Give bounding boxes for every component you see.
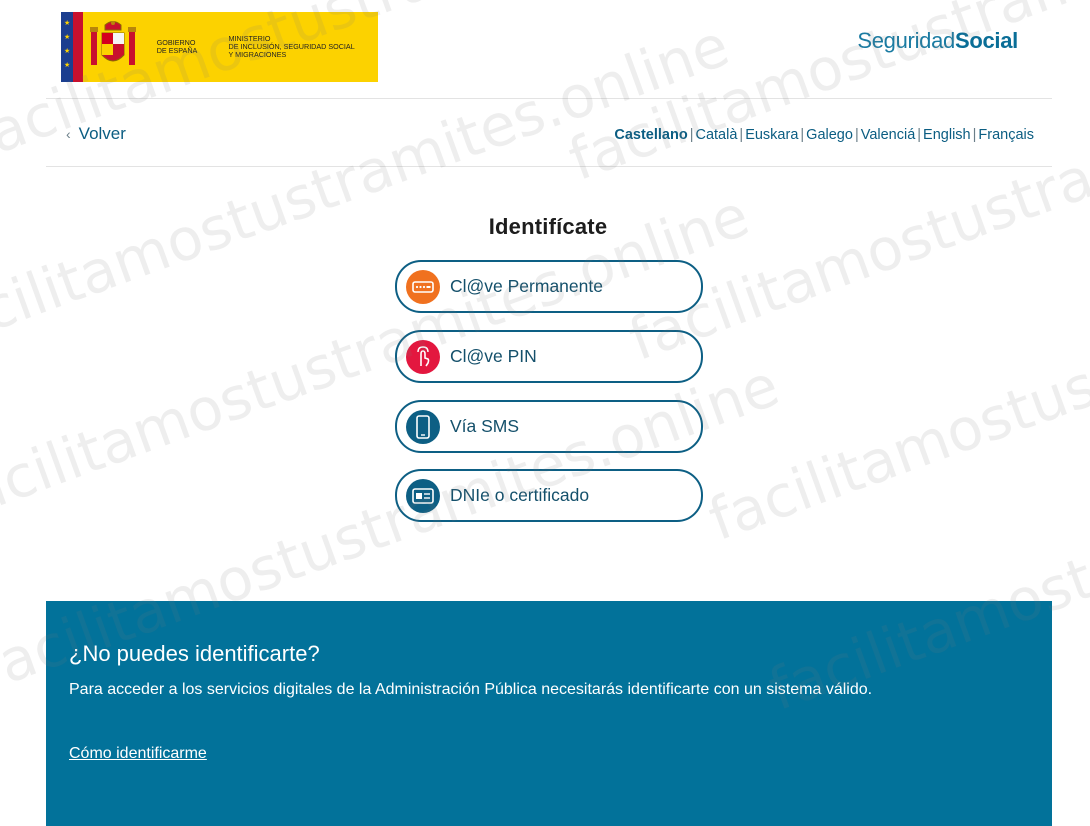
help-heading: ¿No puedes identificarte? bbox=[69, 641, 320, 666]
government-logo[interactable]: ★ ★ ★ ★ Gobierno de España Ministerio de I… bbox=[61, 12, 378, 82]
option-label: Cl@ve Permanente bbox=[450, 276, 603, 296]
lang-separator: | bbox=[917, 127, 922, 143]
lang-catala[interactable]: Català bbox=[695, 127, 737, 143]
clave-permanente-button[interactable]: Cl@ve Permanente bbox=[395, 260, 703, 313]
nav-divider bbox=[46, 166, 1052, 167]
phone-icon bbox=[406, 409, 440, 444]
seguridad-social-logo[interactable]: SeguridadSocial bbox=[857, 28, 1018, 54]
page-title: Identifícate bbox=[488, 214, 608, 239]
site-header: ★ ★ ★ ★ Gobierno de España Ministerio de I… bbox=[0, 0, 1090, 99]
lang-galego[interactable]: Galego bbox=[806, 127, 853, 143]
language-selector: Castellano | Català | Euskara | Galego |… bbox=[614, 127, 1034, 143]
clave-pin-button[interactable]: Cl@ve PIN bbox=[395, 330, 703, 383]
eu-flag-stripe: ★ ★ ★ ★ bbox=[61, 12, 73, 82]
ministry-text: Ministerio de Inclusión, Seguridad Socia… bbox=[228, 34, 355, 59]
lang-separator: | bbox=[689, 127, 694, 143]
touch-icon bbox=[406, 339, 440, 374]
flag-stripe bbox=[72, 12, 83, 82]
dnie-certificado-button[interactable]: DNIe o certificado bbox=[395, 469, 703, 522]
lang-separator: | bbox=[972, 127, 977, 143]
brand-light-text: Seguridad bbox=[857, 28, 955, 53]
help-text: Para acceder a los servicios digitales d… bbox=[69, 681, 873, 698]
help-panel: ¿No puedes identificarte? Para acceder a… bbox=[46, 601, 1052, 826]
lang-castellano[interactable]: Castellano bbox=[614, 127, 687, 143]
how-to-identify-link[interactable]: Cómo identificarme bbox=[69, 745, 207, 763]
via-sms-button[interactable]: Vía SMS bbox=[395, 400, 703, 453]
lang-separator: | bbox=[854, 127, 859, 143]
back-label: Volver bbox=[78, 124, 126, 143]
watermark-text: facilitamostustramites.online bbox=[700, 200, 1090, 554]
chevron-left-icon: ‹ bbox=[66, 126, 71, 142]
keyboard-icon bbox=[406, 269, 440, 304]
government-text: Gobierno de España bbox=[156, 38, 198, 55]
brand-bold-text: Social bbox=[954, 28, 1018, 53]
option-label: Cl@ve PIN bbox=[450, 346, 537, 366]
option-label: DNIe o certificado bbox=[450, 485, 590, 505]
lang-valencia[interactable]: Valenciá bbox=[861, 127, 916, 143]
option-label: Vía SMS bbox=[450, 416, 520, 436]
lang-separator: | bbox=[800, 127, 805, 143]
id-card-icon bbox=[406, 478, 440, 513]
header-divider bbox=[46, 98, 1052, 99]
lang-francais[interactable]: Français bbox=[978, 127, 1034, 143]
lang-euskara[interactable]: Euskara bbox=[745, 127, 798, 143]
lang-english[interactable]: English bbox=[923, 127, 971, 143]
back-link[interactable]: ‹ Volver bbox=[66, 124, 126, 144]
coat-of-arms-icon bbox=[83, 12, 143, 82]
lang-separator: | bbox=[739, 127, 744, 143]
